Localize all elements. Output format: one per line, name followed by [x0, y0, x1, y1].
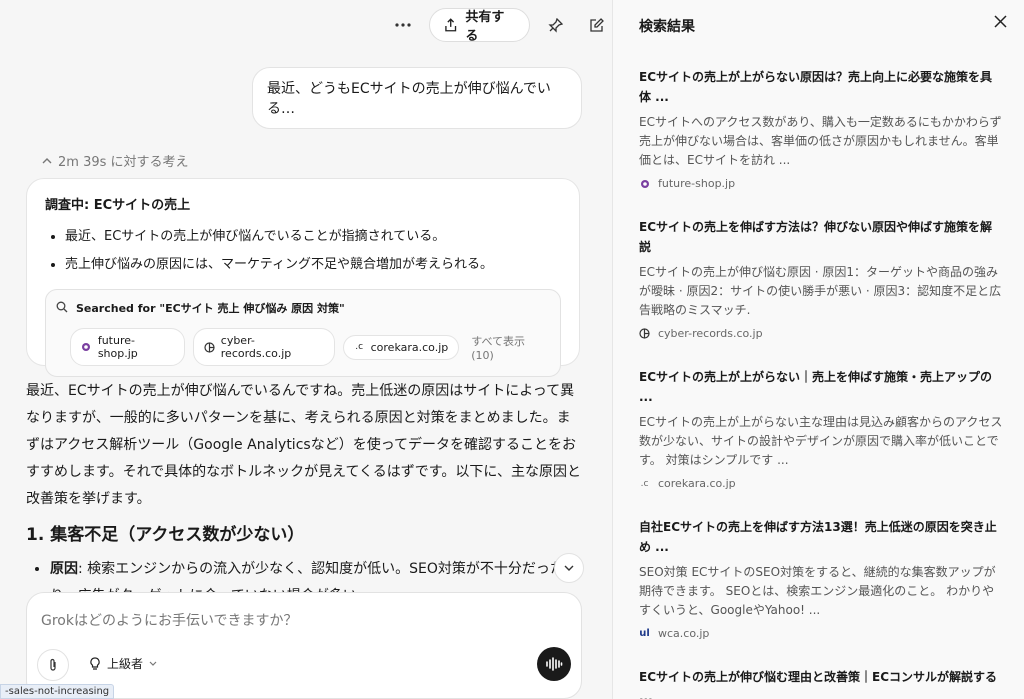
- thinking-bullets: 最近、ECサイトの売上が伸び悩んでいることが指摘されている。 売上伸び悩みの原因…: [45, 223, 561, 279]
- model-selector[interactable]: 上級者: [89, 655, 157, 672]
- thinking-bullet: 売上伸び悩みの原因には、マーケティング不足や競合増加が考えられる。: [65, 251, 561, 279]
- user-message: 最近、どうもECサイトの売上が伸び悩んでいる…: [252, 67, 582, 129]
- result-source-label: cyber-records.co.jp: [658, 327, 763, 340]
- thinking-header: 2m 39s に対する考え: [58, 155, 189, 170]
- result-source-label: future-shop.jp: [658, 177, 736, 190]
- voice-button[interactable]: [537, 647, 571, 681]
- thinking-toggle[interactable]: 2m 39s に対する考え: [42, 151, 189, 170]
- corekara-favicon-icon: .c: [355, 342, 364, 352]
- cyber-records-favicon-icon: [204, 341, 215, 353]
- search-results-panel: 検索結果 ECサイトの売上が上がらない原因は？売上向上に必要な施策を具体 ...…: [612, 0, 1024, 699]
- result-snippet: ECサイトの売上が伸び悩む原因 · 原因1：ターゲットや商品の強みが曖昧 · 原…: [639, 265, 1002, 317]
- attach-button[interactable]: [37, 649, 69, 681]
- status-url: -sales-not-increasing: [0, 684, 115, 699]
- result-source: .c corekara.co.jp: [639, 477, 1003, 490]
- search-query: Searched for "ECサイト 売上 伸び悩み 原因 対策": [76, 302, 345, 315]
- search-result[interactable]: ECサイトの売上が上がらない｜売上を伸ばす施策・売上アップの ... ECサイト…: [639, 367, 1003, 490]
- response-intro: 最近、ECサイトの売上が伸び悩んでいるんですね。売上低迷の原因はサイトによって異…: [26, 383, 581, 507]
- result-snippet: ECサイトへのアクセス数があり、購入も一定数あるにもかかわらず売上が伸びない場合…: [639, 115, 1002, 167]
- search-query-row: Searched for "ECサイト 売上 伸び悩み 原因 対策": [56, 300, 550, 316]
- source-chip[interactable]: cyber-records.co.jp: [192, 328, 335, 366]
- result-snippet: SEO対策 ECサイトのSEO対策をすると、継続的な集客数アップが期待できます。…: [639, 565, 996, 617]
- source-chip-label: corekara.co.jp: [370, 340, 449, 354]
- close-icon: [994, 15, 1007, 28]
- thinking-card: 調査中: ECサイトの売上 最近、ECサイトの売上が伸び悩んでいることが指摘され…: [26, 178, 580, 377]
- source-chip[interactable]: future-shop.jp: [70, 328, 185, 366]
- search-result[interactable]: ECサイトの売上が伸び悩む理由と改善策｜ECコンサルが解説する ...: [639, 667, 1003, 699]
- close-button[interactable]: [994, 12, 1007, 33]
- chat-input[interactable]: Grokはどのようにお手伝いできますか？: [41, 610, 298, 630]
- cyber-records-favicon-icon: [639, 328, 650, 339]
- result-snippet: ECサイトの売上が上がらない主な理由は見込み顧客からのアクセス数が少ない、サイト…: [639, 415, 1003, 467]
- toolbar: 共有する: [388, 8, 612, 44]
- result-source: future-shop.jp: [639, 177, 1003, 190]
- model-label: 上級者: [107, 657, 144, 671]
- chevron-down-icon: [564, 565, 574, 571]
- list-item-label: 原因: [50, 561, 78, 577]
- search-icon: [56, 301, 68, 316]
- result-title[interactable]: 自社ECサイトの売上を伸ばす方法13選！売上低迷の原因を突き止め ...: [639, 517, 1003, 557]
- source-chip-label: future-shop.jp: [97, 334, 138, 360]
- result-source: ul wca.co.jp: [639, 627, 1003, 640]
- corekara-favicon-icon: .c: [640, 478, 649, 489]
- search-result[interactable]: ECサイトの売上を伸ばす方法は？伸びない原因や伸ばす施策を解説 ECサイトの売上…: [639, 217, 1003, 340]
- chat-pane: 共有する 最近、どうもECサイトの売上が伸び悩んでいる… 2m 39s に対する…: [0, 0, 612, 699]
- thinking-title: 調査中: ECサイトの売上: [45, 198, 191, 213]
- more-horizontal-icon[interactable]: [388, 9, 419, 41]
- show-all-link[interactable]: すべて表示 (10): [471, 333, 550, 362]
- future-shop-favicon-icon: [639, 178, 650, 189]
- search-result[interactable]: 自社ECサイトの売上を伸ばす方法13選！売上低迷の原因を突き止め ... SEO…: [639, 517, 1003, 640]
- result-title[interactable]: ECサイトの売上が上がらない｜売上を伸ばす施策・売上アップの ...: [639, 367, 1003, 407]
- thinking-bullet: 最近、ECサイトの売上が伸び悩んでいることが指摘されている。: [65, 223, 561, 251]
- result-source-label: corekara.co.jp: [658, 477, 736, 490]
- edit-icon[interactable]: [581, 9, 612, 41]
- paperclip-icon: [50, 658, 56, 671]
- search-box: Searched for "ECサイト 売上 伸び悩み 原因 対策" futur…: [45, 289, 561, 377]
- future-shop-favicon-icon: [81, 342, 92, 353]
- share-icon: [445, 18, 457, 32]
- source-chip-label: cyber-records.co.jp: [220, 334, 292, 360]
- share-button[interactable]: 共有する: [428, 8, 531, 44]
- search-result[interactable]: ECサイトの売上が上がらない原因は？売上向上に必要な施策を具体 ... ECサイ…: [639, 67, 1003, 190]
- result-source-label: wca.co.jp: [658, 627, 710, 640]
- result-title[interactable]: ECサイトの売上が上がらない原因は？売上向上に必要な施策を具体 ...: [639, 67, 1003, 107]
- wca-favicon-icon: ul: [639, 628, 650, 639]
- chat-input-box[interactable]: Grokはどのようにお手伝いできますか？ 上級者: [26, 592, 582, 699]
- waveform-icon: [546, 657, 563, 671]
- panel-title: 検索結果: [639, 19, 695, 35]
- chevron-up-icon: [42, 153, 52, 168]
- source-chips: future-shop.jp cyber-records.co.jp .c co…: [56, 328, 550, 366]
- pin-icon[interactable]: [540, 9, 571, 41]
- share-label: 共有する: [465, 10, 505, 44]
- response-heading: 1. 集客不足（アクセス数が少ない）: [26, 525, 305, 545]
- lightbulb-icon: [90, 656, 100, 670]
- result-title[interactable]: ECサイトの売上を伸ばす方法は？伸びない原因や伸ばす施策を解説: [639, 217, 1003, 257]
- chevron-down-icon: [149, 661, 157, 666]
- scroll-down-button[interactable]: [554, 553, 584, 583]
- result-title[interactable]: ECサイトの売上が伸び悩む理由と改善策｜ECコンサルが解説する ...: [639, 667, 1003, 699]
- source-chip[interactable]: .c corekara.co.jp: [342, 334, 460, 360]
- result-source: cyber-records.co.jp: [639, 327, 1003, 340]
